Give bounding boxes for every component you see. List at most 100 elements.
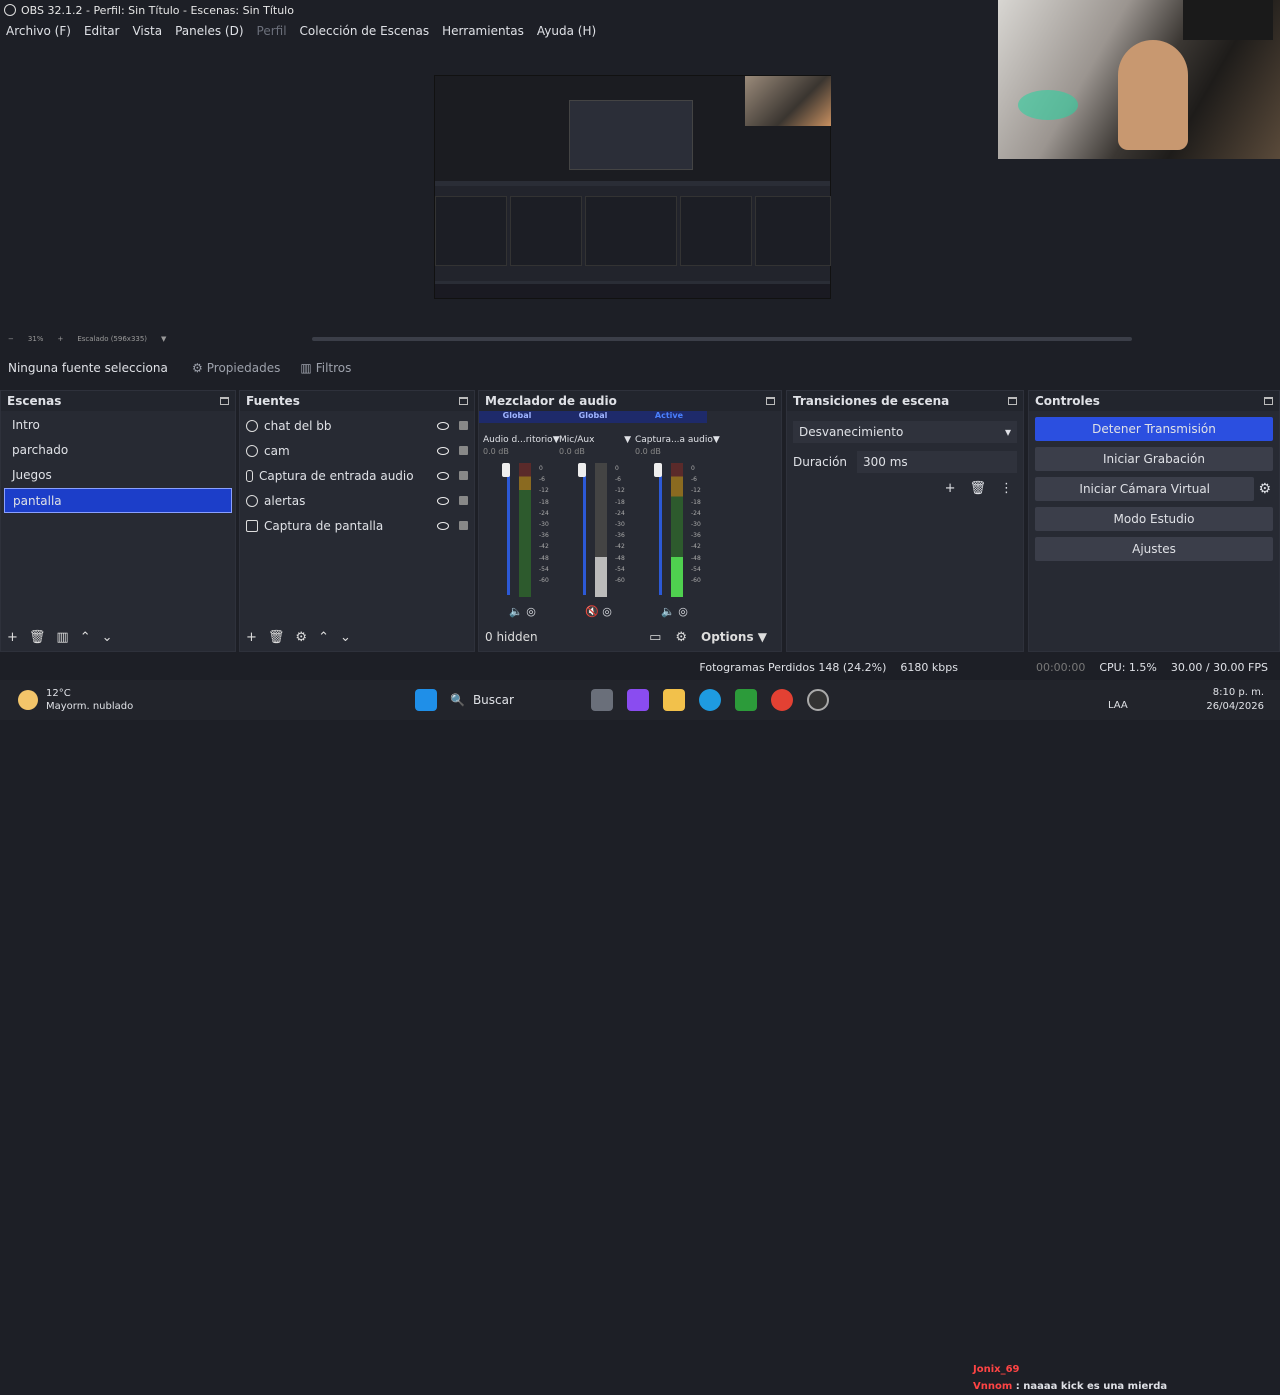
preview-taskbar [435,284,830,298]
scene-item[interactable]: Juegos [4,463,232,488]
transition-select[interactable]: Desvanecimiento ▾ [793,421,1017,443]
chrome-icon[interactable] [771,689,793,711]
float-icon[interactable] [1008,397,1017,405]
menu-tools[interactable]: Herramientas [442,24,524,38]
mixer-channel: Captura...a audio ▼ 0.0 dB 0 -6 -12 -18 -24 -3… [635,435,720,640]
speaker-icon[interactable]: 🔈 [509,605,523,618]
down-icon[interactable]: ⌄ [102,630,113,645]
float-icon[interactable] [220,397,229,405]
up-icon[interactable]: ⌃ [80,630,91,645]
channel-menu-icon[interactable]: ▼ [713,435,720,445]
menu-file[interactable]: Archivo (F) [6,24,71,38]
properties-button[interactable]: ⚙ Propiedades [186,358,286,378]
volume-fader[interactable] [583,465,586,595]
float-icon[interactable] [459,397,468,405]
add-icon[interactable]: + [945,481,956,496]
scaling-dropdown-icon[interactable]: ▼ [161,335,166,343]
menu-scene-collection[interactable]: Colección de Escenas [300,24,430,38]
duration-input[interactable]: 300 ms [857,451,1017,473]
windows-start-icon[interactable] [415,689,437,711]
trash-icon[interactable]: 🗑 [969,481,986,496]
file-explorer-icon[interactable] [663,689,685,711]
layout-icon[interactable]: ▭ [649,630,661,645]
chat-user: Jonix_69 [973,1364,1020,1375]
studio-mode-button[interactable]: Modo Estudio [1035,507,1273,531]
settings-button[interactable]: Ajustes [1035,537,1273,561]
webcam-overlay [998,0,1280,159]
zoom-in-button[interactable]: + [57,335,63,343]
window-title: OBS 32.1.2 - Perfil: Sin Título - Escena… [21,3,294,17]
filter-icon[interactable]: ▥ [56,630,68,645]
headphones-icon[interactable]: ◎ [602,605,612,618]
taskbar-search[interactable]: 🔍 Buscar [444,693,584,707]
scene-item-selected[interactable]: pantalla [4,488,232,513]
eye-icon[interactable] [437,521,449,530]
trash-icon[interactable]: 🗑 [268,630,285,645]
gear-icon[interactable]: ⚙ [675,630,687,645]
eye-icon[interactable] [437,421,449,430]
status-bar: Fotogramas Perdidos 148 (24.2%) 6180 kbp… [0,657,1280,677]
clock[interactable]: 8:10 p. m. 26/04/2026 [1206,686,1264,714]
menu-profile[interactable]: Perfil [257,24,287,38]
obs-taskbar-icon[interactable] [807,689,829,711]
float-icon[interactable] [1264,397,1273,405]
language-indicator[interactable]: LAA [1108,700,1128,711]
copilot-icon[interactable] [627,689,649,711]
options-button[interactable]: Options ▼ [701,630,767,644]
menu-help[interactable]: Ayuda (H) [537,24,596,38]
fader-knob[interactable] [654,463,662,477]
task-view-icon[interactable] [591,689,613,711]
zoom-out-button[interactable]: − [8,335,14,343]
source-item[interactable]: cam [240,438,474,463]
menu-docks[interactable]: Paneles (D) [175,24,243,38]
lock-icon[interactable] [459,521,468,530]
xbox-icon[interactable] [735,689,757,711]
source-item[interactable]: chat del bb [240,413,474,438]
float-icon[interactable] [766,397,775,405]
headphones-icon[interactable]: ◎ [526,605,536,618]
lock-icon[interactable] [459,446,468,455]
eye-icon[interactable] [437,471,449,480]
menu-view[interactable]: Vista [132,24,162,38]
stream-time: 00:00:00 [1035,660,1086,674]
eye-icon[interactable] [437,446,449,455]
stop-stream-button[interactable]: Detener Transmisión [1035,417,1273,441]
add-icon[interactable]: + [7,630,18,645]
lock-icon[interactable] [459,471,468,480]
source-item[interactable]: alertas [240,488,474,513]
gear-icon[interactable]: ⚙ [295,630,307,645]
scene-item[interactable]: Intro [4,413,232,438]
eye-icon[interactable] [437,496,449,505]
source-item[interactable]: Captura de pantalla [240,513,474,538]
lock-icon[interactable] [459,496,468,505]
temperature: 12°C [46,688,71,699]
weather-widget[interactable]: 12°C Mayorm. nublado [18,687,133,713]
preview-scrollbar[interactable] [312,337,1132,341]
trash-icon[interactable]: 🗑 [29,630,46,645]
volume-fader[interactable] [507,465,510,595]
up-icon[interactable]: ⌃ [318,630,329,645]
volume-fader[interactable] [659,465,662,595]
more-icon[interactable]: ⋮ [1000,481,1013,496]
virtual-camera-button[interactable]: Iniciar Cámara Virtual [1035,477,1255,501]
scene-item[interactable]: parchado [4,438,232,463]
start-recording-button[interactable]: Iniciar Grabación [1035,447,1273,471]
fader-knob[interactable] [502,463,510,477]
browser-icon [246,494,258,507]
source-item[interactable]: Captura de entrada audio [240,463,474,488]
menu-edit[interactable]: Editar [84,24,120,38]
headphones-icon[interactable]: ◎ [678,605,688,618]
filters-button[interactable]: ▥ Filtros [294,358,357,378]
lock-icon[interactable] [459,421,468,430]
channel-menu-icon[interactable]: ▼ [624,435,631,445]
source-name: Captura de entrada audio [259,468,414,483]
muted-speaker-icon[interactable]: 🔇 [585,605,599,618]
program-preview[interactable] [434,75,831,299]
edge-icon[interactable] [699,689,721,711]
gear-icon[interactable]: ⚙ [1258,481,1271,497]
add-icon[interactable]: + [246,630,257,645]
sources-dock: Fuentes chat del bb cam Captura de entra… [239,390,475,652]
speaker-icon[interactable]: 🔈 [661,605,675,618]
down-icon[interactable]: ⌄ [340,630,351,645]
fader-knob[interactable] [578,463,586,477]
